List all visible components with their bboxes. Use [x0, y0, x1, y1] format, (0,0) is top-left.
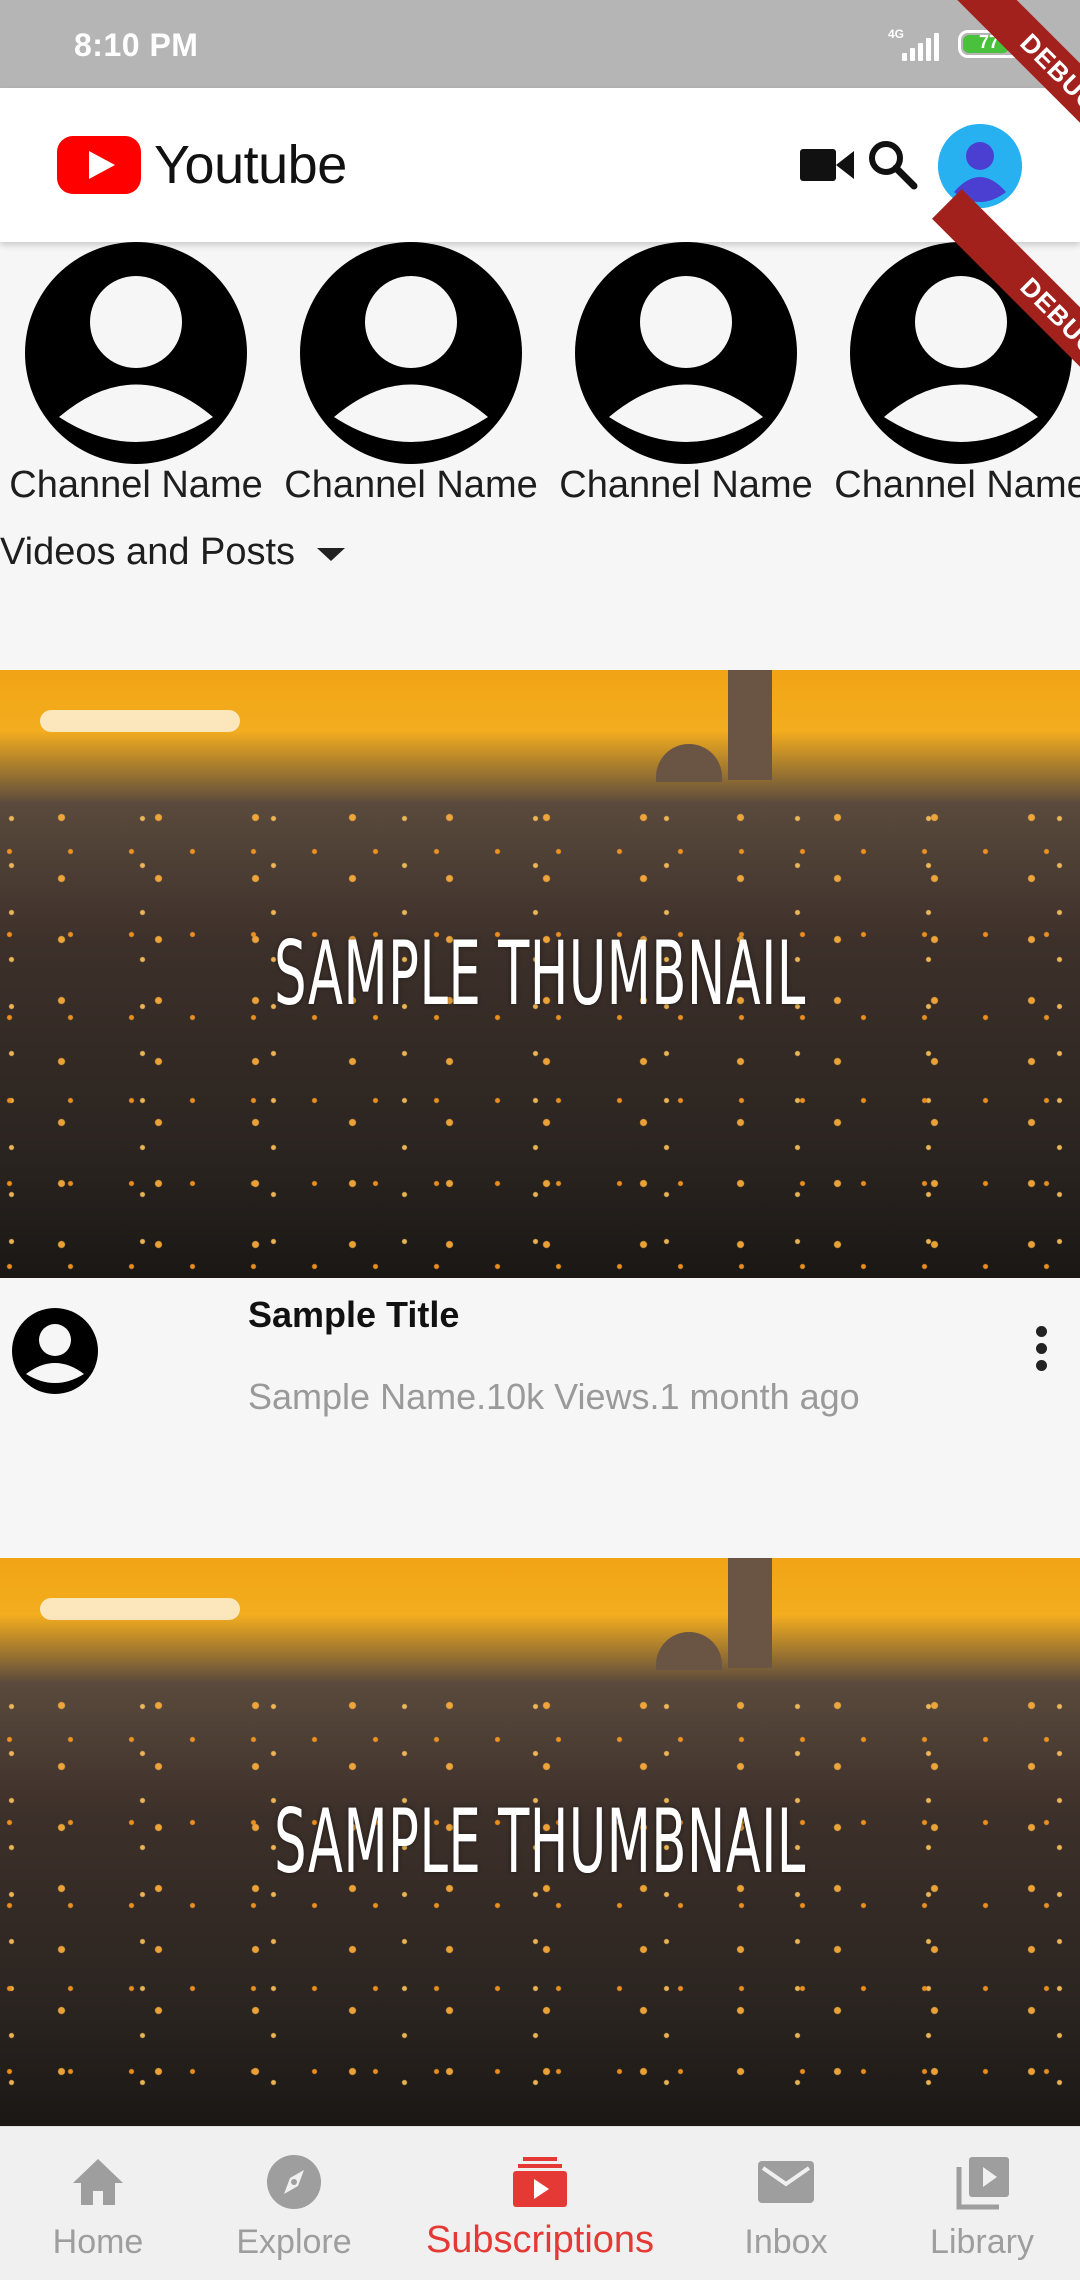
person-circle-icon	[575, 242, 797, 464]
app-screen: 8:10 PM 4G 77 Youtube Channel Name Chann…	[0, 0, 1080, 2280]
library-icon	[956, 2157, 1009, 2210]
account-avatar[interactable]	[938, 124, 1022, 208]
subscriptions-icon	[513, 2157, 567, 2207]
bottom-navigation: Home Explore Subscriptions Inbox Library	[0, 2126, 1080, 2280]
status-bar: 8:10 PM 4G 77	[0, 0, 1080, 88]
channel-name: Channel Name	[284, 464, 538, 506]
channel-name: Channel Name	[9, 464, 263, 506]
channel-list: Channel Name Channel Name Channel Name C…	[0, 242, 1080, 512]
home-icon	[73, 2159, 123, 2205]
nav-item-library[interactable]: Library	[884, 2127, 1080, 2280]
video-thumbnail[interactable]: SAMPLE THUMBNAIL	[0, 1558, 1080, 2126]
youtube-logo-icon	[57, 136, 141, 194]
person-circle-icon	[300, 242, 522, 464]
more-vert-icon[interactable]	[1036, 1326, 1050, 1376]
channel-name: Channel Name	[559, 464, 813, 506]
account-avatar-icon	[938, 124, 1022, 208]
nav-label: Inbox	[744, 2223, 828, 2261]
arrow-drop-down-icon	[317, 547, 346, 561]
channel-name: Channel Name	[834, 464, 1080, 506]
nav-label: Explore	[236, 2223, 352, 2261]
thumbnail-text: SAMPLE THUMBNAIL	[274, 922, 806, 1025]
nav-label: Subscriptions	[425, 2219, 655, 2261]
app-bar: Youtube	[0, 88, 1080, 242]
filter-label: Videos and Posts	[0, 530, 296, 573]
thumbnail-text: SAMPLE THUMBNAIL	[274, 1790, 806, 1893]
person-circle-icon	[12, 1308, 98, 1394]
compass-icon	[267, 2155, 321, 2209]
mail-icon	[758, 2161, 814, 2203]
signal-icon: 4G	[888, 27, 942, 61]
search-icon[interactable]	[866, 138, 918, 190]
person-circle-icon	[25, 242, 247, 464]
nav-label: Library	[930, 2223, 1034, 2261]
video-thumbnail[interactable]: SAMPLE THUMBNAIL	[0, 670, 1080, 1278]
nav-item-inbox[interactable]: Inbox	[688, 2127, 884, 2280]
video-title: Sample Title	[248, 1294, 460, 1335]
nav-label: Home	[52, 2223, 144, 2261]
app-title: Youtube	[154, 135, 347, 195]
content-filter-dropdown[interactable]: Videos and Posts	[0, 524, 346, 580]
nav-item-subscriptions[interactable]: Subscriptions	[392, 2127, 688, 2280]
nav-item-home[interactable]: Home	[0, 2127, 196, 2280]
status-time: 8:10 PM	[74, 27, 199, 63]
videocam-icon[interactable]	[800, 147, 854, 183]
video-info[interactable]: Sample Title Sample Name.10k Views.1 mon…	[0, 1278, 1080, 1428]
video-subtitle: Sample Name.10k Views.1 month ago	[248, 1376, 860, 1417]
nav-item-explore[interactable]: Explore	[196, 2127, 392, 2280]
